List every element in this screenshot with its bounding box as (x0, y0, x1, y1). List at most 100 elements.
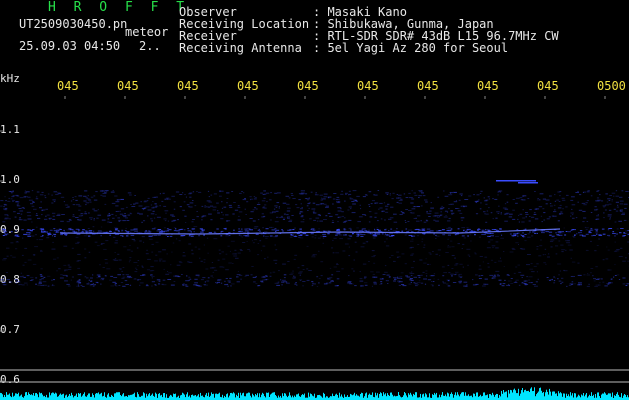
noise-bar (125, 396, 126, 400)
signal-pixel (10, 198, 13, 200)
signal-pixel (561, 277, 564, 279)
noise-bar (303, 394, 304, 400)
signal-pixel (570, 199, 574, 201)
noise-bar (171, 395, 172, 400)
noise-bar (166, 394, 167, 400)
signal-pixel (572, 229, 576, 231)
signal-pixel (158, 232, 163, 233)
signal-pixel (287, 207, 291, 209)
signal-pixel (24, 261, 27, 263)
signal-pixel (2, 259, 6, 261)
signal-pixel (109, 221, 113, 223)
noise-bar (61, 394, 62, 400)
noise-bar (399, 395, 400, 400)
noise-bar (84, 392, 85, 400)
signal-pixel (501, 285, 505, 287)
signal-pixel (155, 254, 158, 256)
signal-pixel (220, 282, 223, 284)
noise-bar (461, 392, 462, 400)
noise-bar (546, 389, 547, 400)
signal-pixel (486, 247, 491, 249)
noise-bar (13, 396, 14, 400)
signal-pixel (206, 200, 211, 202)
signal-pixel (113, 227, 118, 229)
signal-pixel (296, 207, 300, 209)
signal-pixel (62, 274, 67, 276)
noise-bar (513, 389, 514, 400)
signal-pixel (410, 275, 413, 277)
noise-bar (370, 394, 371, 400)
signal-pixel (0, 205, 3, 207)
time-tick-marks (64, 96, 606, 99)
signal-pixel (586, 274, 591, 276)
signal-pixel (269, 272, 272, 274)
noise-bar (532, 391, 533, 400)
signal-pixel (280, 279, 282, 281)
signal-pixel (261, 213, 264, 215)
signal-pixel (308, 207, 310, 209)
noise-bar (395, 396, 396, 400)
signal-pixel (151, 243, 154, 245)
noise-bar (152, 393, 153, 400)
noise-bar (518, 388, 519, 400)
signal-pixel (226, 202, 228, 204)
signal-pixel (467, 264, 469, 266)
noise-bar (192, 394, 193, 400)
noise-bar (193, 395, 194, 400)
signal-pixel (608, 203, 612, 205)
signal-pixel (567, 244, 572, 246)
noise-bar (286, 395, 287, 400)
signal-pixel (249, 250, 251, 252)
signal-pixel (339, 238, 343, 240)
signal-pixel (347, 209, 350, 211)
signal-pixel (118, 285, 121, 286)
signal-pixel (115, 201, 120, 203)
noise-bar (156, 393, 157, 400)
signal-pixel (19, 210, 24, 212)
signal-pixel (453, 192, 457, 193)
signal-pixel (607, 269, 610, 271)
signal-pixel (42, 281, 47, 283)
signal-pixel (419, 191, 423, 193)
signal-pixel (338, 200, 341, 202)
signal-pixel (227, 280, 231, 282)
signal-pixel (424, 199, 428, 201)
signal-pixel (45, 215, 47, 217)
signal-pixel (274, 244, 276, 246)
signal-pixel (198, 248, 201, 250)
signal-pixel (421, 228, 426, 230)
signal-pixel (441, 205, 443, 207)
noise-bar (133, 393, 134, 400)
signal-pixel (218, 249, 221, 251)
signal-pixel (115, 228, 119, 230)
signal-pixel (31, 221, 33, 223)
signal-pixel (559, 213, 564, 215)
signal-pixel (385, 280, 387, 282)
signal-pixel (127, 231, 130, 233)
signal-pixel (294, 276, 296, 278)
signal-pixel (23, 233, 27, 235)
signal-pixel (151, 228, 156, 230)
signal-pixel (406, 231, 410, 233)
signal-pixel (519, 197, 523, 199)
signal-pixel (184, 284, 188, 286)
noise-bar (462, 392, 463, 400)
noise-bar (319, 394, 320, 400)
signal-pixel (612, 233, 616, 234)
noise-bar (593, 394, 594, 400)
signal-pixel (586, 221, 589, 222)
signal-pixel (292, 270, 294, 272)
signal-pixel (185, 196, 187, 198)
signal-pixel (255, 283, 258, 285)
signal-pixel (170, 264, 172, 266)
signal-pixel (451, 213, 454, 215)
noise-bar (530, 388, 531, 400)
signal-pixel (308, 270, 312, 271)
signal-pixel (95, 281, 98, 283)
signal-pixel (461, 235, 465, 237)
signal-pixel (216, 282, 218, 284)
noise-bar (122, 394, 123, 400)
signal-pixel (92, 274, 94, 276)
signal-pixel (256, 204, 261, 205)
signal-pixel (618, 220, 622, 222)
